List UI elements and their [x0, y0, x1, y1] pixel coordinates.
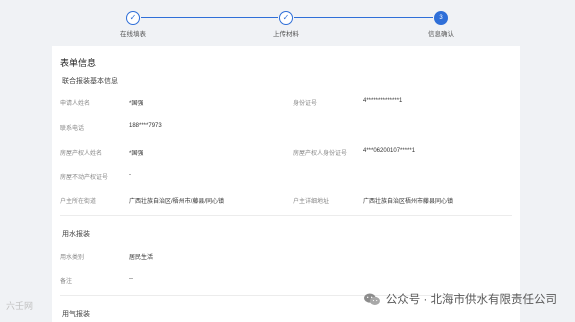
step-confirm-info[interactable]: 3 信息确认	[401, 11, 481, 38]
street-value: 广西壮族自治区/梧州市/藤县/同心镇	[129, 199, 225, 205]
step-number: 3	[434, 11, 448, 25]
corner-logo-text: 六壬网	[6, 301, 34, 311]
step-fill-form[interactable]: ✓ 在线填表	[93, 11, 173, 38]
owner-name-value: *国强	[129, 151, 144, 157]
gas-section-title: 用气报装	[62, 311, 90, 318]
water-section-title: 用水报装	[62, 231, 90, 238]
owner-id-value: 4***06200107*****1	[363, 148, 416, 154]
water-type-value: 居民生活	[129, 255, 154, 261]
property-cert-value: -	[129, 172, 131, 178]
check-icon: ✓	[126, 11, 140, 25]
phone-value: 188****7973	[129, 123, 162, 129]
address-label: 户主详细地址	[293, 199, 330, 205]
check-icon: ✓	[279, 11, 293, 25]
step-upload-materials[interactable]: ✓ 上传材料	[246, 11, 326, 38]
owner-id-label: 房屋产权人身份证号	[293, 151, 348, 157]
wechat-icon	[363, 293, 380, 305]
remark-label: 备注	[60, 279, 73, 285]
address-value: 广西壮族自治区梧州市藤县同心镇	[363, 199, 454, 205]
id-number-label: 身份证号	[293, 101, 318, 107]
owner-name-label: 房屋产权人姓名	[60, 151, 103, 157]
progress-stepper: ✓ 在线填表 ✓ 上传材料 3 信息确认	[0, 0, 575, 44]
form-card: 表单信息 联合报装基本信息 申请人姓名 *国强 身份证号 4**********…	[52, 46, 520, 322]
step-label: 在线填表	[120, 31, 146, 38]
water-type-label: 用水类别	[60, 255, 85, 261]
id-number-value: 4**************1	[363, 98, 403, 104]
phone-label: 联系电话	[60, 126, 85, 132]
watermark: 公众号 · 北海市供水有限责任公司	[363, 291, 557, 307]
step-label: 上传材料	[273, 31, 299, 38]
remark-value: --	[129, 276, 133, 282]
property-cert-label: 房屋不动产权证号	[60, 175, 109, 181]
section-divider	[60, 215, 512, 216]
watermark-text: 公众号 · 北海市供水有限责任公司	[385, 294, 557, 306]
applicant-name-label: 申请人姓名	[60, 101, 91, 107]
basic-info-section-title: 联合报装基本信息	[62, 78, 118, 85]
step-label: 信息确认	[428, 31, 454, 38]
corner-logo: 六壬网	[6, 299, 33, 312]
form-title: 表单信息	[60, 58, 97, 68]
street-label: 户主所在街道	[60, 199, 97, 205]
applicant-name-value: *国强	[129, 101, 144, 107]
